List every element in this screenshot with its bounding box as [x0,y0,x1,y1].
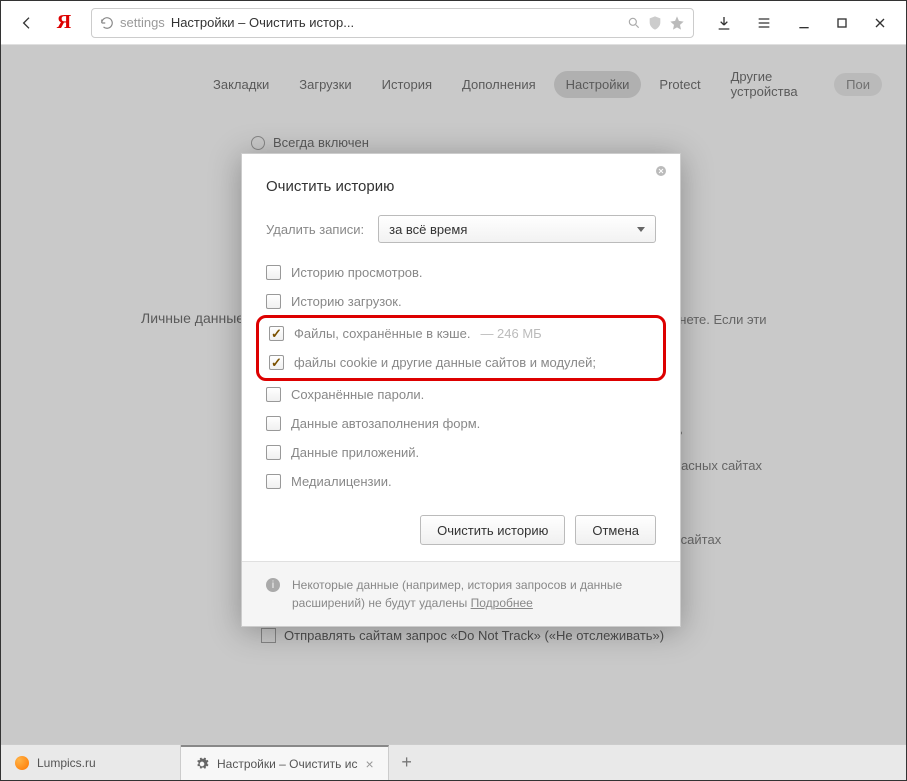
option-download-history[interactable]: Историю загрузок. [266,294,656,309]
favicon-icon [15,756,29,770]
checkbox-icon[interactable] [266,265,281,280]
tab-close-button[interactable]: × [365,756,373,772]
tab-lumpics[interactable]: Lumpics.ru [1,745,181,780]
gear-icon [195,757,209,771]
close-window-button[interactable] [862,7,898,39]
footer-more-link[interactable]: Подробнее [471,596,533,610]
checkbox-icon[interactable] [266,416,281,431]
browser-toolbar: Я settings Настройки – Очистить истор... [1,1,906,45]
option-label: Историю просмотров. [291,265,423,280]
period-select[interactable]: за всё время [378,215,656,243]
maximize-button[interactable] [824,7,860,39]
yandex-logo-icon[interactable]: Я [49,11,79,34]
star-icon[interactable] [669,15,685,31]
option-cached-files[interactable]: Файлы, сохранённые в кэше. — 246 МБ [269,326,653,341]
option-label: Историю загрузок. [291,294,402,309]
address-bar[interactable]: settings Настройки – Очистить истор... [91,8,694,38]
option-browsing-history[interactable]: Историю просмотров. [266,265,656,280]
clear-button[interactable]: Очистить историю [420,515,565,545]
checkbox-icon[interactable] [266,294,281,309]
minimize-button[interactable] [786,7,822,39]
cancel-button[interactable]: Отмена [575,515,656,545]
address-text: Настройки – Очистить истор... [171,15,621,30]
checkbox-icon[interactable] [266,445,281,460]
option-label: Данные приложений. [291,445,419,460]
checkbox-icon[interactable] [269,326,284,341]
option-autofill[interactable]: Данные автозаполнения форм. [266,416,656,431]
footer-text: Некоторые данные (например, история запр… [292,578,622,610]
period-value: за всё время [389,222,467,237]
new-tab-button[interactable]: + [389,745,425,780]
clear-options-list: Историю просмотров. Историю загрузок. Фа… [266,265,656,489]
period-label: Удалить записи: [266,222,364,237]
clear-history-dialog: Очистить историю Удалить записи: за всё … [241,153,681,627]
dialog-footer: i Некоторые данные (например, история за… [242,561,680,626]
info-icon: i [266,578,280,592]
option-label: Файлы, сохранённые в кэше. [294,326,470,341]
option-label: Медиалицензии. [291,474,392,489]
checkbox-icon[interactable] [266,474,281,489]
back-button[interactable] [9,7,45,39]
option-app-data[interactable]: Данные приложений. [266,445,656,460]
option-saved-passwords[interactable]: Сохранённые пароли. [266,387,656,402]
dialog-close-button[interactable] [652,162,670,180]
menu-button[interactable] [746,7,782,39]
checkbox-icon[interactable] [266,387,281,402]
highlighted-options: Файлы, сохранённые в кэше. — 246 МБ файл… [256,315,666,381]
main-area: Закладки Загрузки История Дополнения Нас… [1,45,906,745]
option-label: файлы cookie и другие данные сайтов и мо… [294,355,596,370]
option-cookies[interactable]: файлы cookie и другие данные сайтов и мо… [269,355,653,370]
checkbox-icon[interactable] [269,355,284,370]
tab-bar: Lumpics.ru Настройки – Очистить ис × + [1,744,906,780]
downloads-button[interactable] [706,7,742,39]
address-prefix: settings [120,15,165,30]
option-label: Данные автозаполнения форм. [291,416,480,431]
dialog-title: Очистить историю [266,178,656,195]
tab-title: Настройки – Очистить ис [217,757,357,771]
option-media-licenses[interactable]: Медиалицензии. [266,474,656,489]
reload-icon[interactable] [100,16,114,30]
tab-title: Lumpics.ru [37,756,96,770]
option-label: Сохранённые пароли. [291,387,424,402]
search-icon[interactable] [627,16,641,30]
tab-settings[interactable]: Настройки – Очистить ис × [181,745,389,780]
shield-icon[interactable] [647,15,663,31]
option-extra: — 246 МБ [480,326,541,341]
